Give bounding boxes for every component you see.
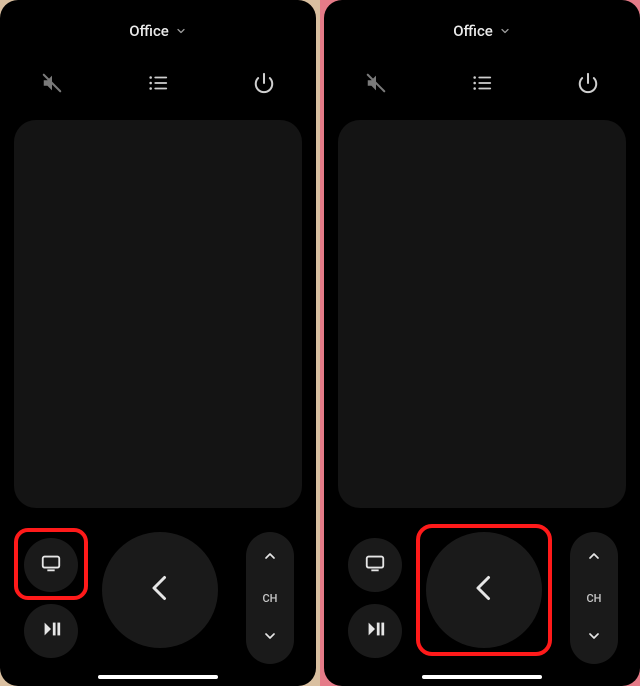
power-icon xyxy=(577,72,599,94)
chevron-left-icon xyxy=(142,570,178,610)
list-button[interactable] xyxy=(460,66,504,100)
home-indicator xyxy=(422,675,542,679)
tv-button[interactable] xyxy=(348,538,402,592)
room-selector[interactable]: Office xyxy=(324,0,640,58)
play-pause-button[interactable] xyxy=(24,604,78,658)
mute-icon xyxy=(365,72,387,94)
list-button[interactable] xyxy=(136,66,180,100)
channel-label: CH xyxy=(263,592,278,605)
touchpad[interactable] xyxy=(14,120,302,508)
tv-icon xyxy=(40,552,62,578)
play-pause-icon xyxy=(40,618,62,644)
mute-button[interactable] xyxy=(30,66,74,100)
chevron-down-icon xyxy=(499,25,511,37)
chevron-down-icon xyxy=(586,628,602,648)
toolbar xyxy=(324,58,640,120)
chevron-down-icon xyxy=(262,628,278,648)
power-button[interactable] xyxy=(566,66,610,100)
home-indicator xyxy=(98,675,218,679)
remote-screen-right: Office xyxy=(324,0,640,686)
room-name: Office xyxy=(129,22,169,40)
play-pause-button[interactable] xyxy=(348,604,402,658)
channel-rocker[interactable]: CH xyxy=(246,532,294,664)
bottom-controls: CH xyxy=(324,508,640,686)
room-selector[interactable]: Office xyxy=(0,0,316,58)
channel-label: CH xyxy=(587,592,602,605)
power-button[interactable] xyxy=(242,66,286,100)
room-name: Office xyxy=(453,22,493,40)
mute-button[interactable] xyxy=(354,66,398,100)
bottom-controls: CH xyxy=(0,508,316,686)
chevron-up-icon xyxy=(586,548,602,568)
touchpad[interactable] xyxy=(338,120,626,508)
toolbar xyxy=(0,58,316,120)
tv-icon xyxy=(364,552,386,578)
list-icon xyxy=(146,72,170,94)
tv-button[interactable] xyxy=(24,538,78,592)
chevron-up-icon xyxy=(262,548,278,568)
chevron-down-icon xyxy=(175,25,187,37)
back-button[interactable] xyxy=(426,532,542,648)
remote-screen-left: Office xyxy=(0,0,316,686)
play-pause-icon xyxy=(364,618,386,644)
back-button[interactable] xyxy=(102,532,218,648)
list-icon xyxy=(470,72,494,94)
chevron-left-icon xyxy=(466,570,502,610)
mute-icon xyxy=(41,72,63,94)
channel-rocker[interactable]: CH xyxy=(570,532,618,664)
power-icon xyxy=(253,72,275,94)
